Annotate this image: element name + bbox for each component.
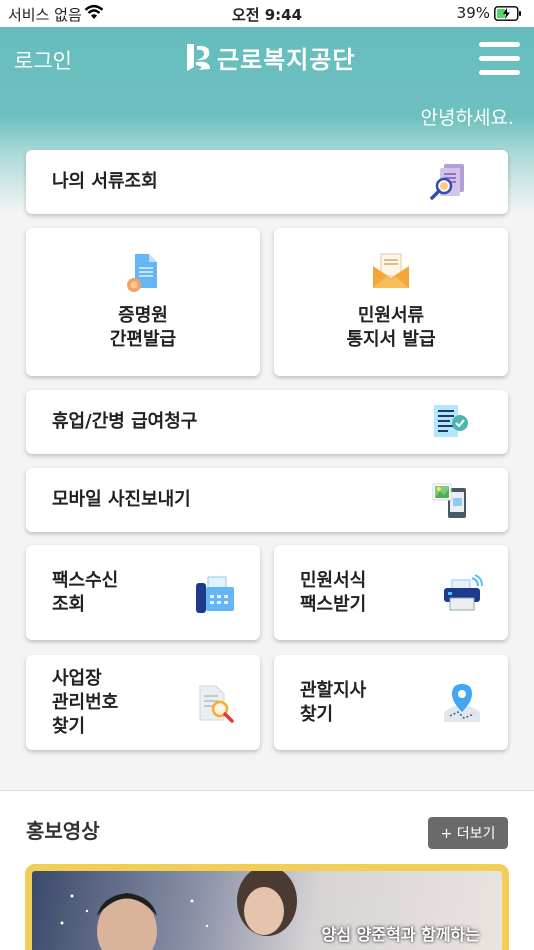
business-number-line1: 사업장 <box>52 667 102 689</box>
printer-fax-icon <box>444 574 483 611</box>
notice-label-line1: 민원서류 <box>357 305 425 326</box>
promo-video-section: 홍보영상 + 더보기 양심 양준혁과 함께하는 <box>0 790 534 950</box>
my-documents-label: 나의 서류조회 <box>52 171 158 192</box>
branch-label: 관할지사 찾기 <box>300 679 366 727</box>
envelope-letter-icon <box>373 253 409 288</box>
map-pin-icon <box>444 684 480 722</box>
menu-bar-icon <box>479 42 520 47</box>
notice-issue-button[interactable]: 민원서류 통지서 발급 <box>274 228 508 376</box>
leave-care-claim-button[interactable]: 휴업/간병 급여청구 <box>26 390 508 454</box>
mobile-photo-send-button[interactable]: 모바일 사진보내기 <box>26 468 508 532</box>
menu-bar-icon <box>479 70 520 75</box>
status-bar: 서비스 없음 오전 9:44 39% <box>0 0 534 27</box>
notice-issue-label: 민원서류 통지서 발급 <box>274 304 508 352</box>
kcomwel-logo-icon <box>187 44 210 71</box>
fax-receive-button[interactable]: 팩스수신 조회 <box>26 545 260 640</box>
fax-receive-line2: 조회 <box>52 593 86 615</box>
form-fax-label: 민원서식 팩스받기 <box>300 569 366 617</box>
phone-photo-icon <box>432 483 466 518</box>
certificate-issue-label: 증명원 간편발급 <box>26 304 260 352</box>
branch-line2: 찾기 <box>300 703 334 725</box>
app-logo: 근로복지공단 <box>183 40 355 74</box>
branch-search-button[interactable]: 관할지사 찾기 <box>274 655 508 750</box>
form-fax-receive-button[interactable]: 민원서식 팩스받기 <box>274 545 508 640</box>
certificate-document-icon <box>127 254 157 292</box>
promo-section-title: 홍보영상 <box>26 819 100 843</box>
claim-form-icon <box>434 405 468 437</box>
menu-bar-icon <box>479 56 520 61</box>
video-caption: 양심 양준혁과 함께하는 <box>321 925 480 944</box>
business-number-search-button[interactable]: 사업장 관리번호 찾기 <box>26 655 260 750</box>
more-videos-button[interactable]: + 더보기 <box>428 817 508 849</box>
promo-video-thumbnail[interactable]: 양심 양준혁과 함께하는 <box>25 864 509 950</box>
certificate-issue-button[interactable]: 증명원 간편발급 <box>26 228 260 376</box>
claim-label: 휴업/간병 급여청구 <box>52 411 198 432</box>
business-number-line3: 찾기 <box>52 715 86 737</box>
photo-label: 모바일 사진보내기 <box>52 489 191 510</box>
certificate-label-line2: 간편발급 <box>109 329 177 350</box>
hamburger-menu-button[interactable] <box>479 42 520 75</box>
clock: 오전 9:44 <box>231 6 303 24</box>
business-number-label: 사업장 관리번호 찾기 <box>52 667 118 739</box>
my-documents-button[interactable]: 나의 서류조회 <box>26 150 508 214</box>
branch-line1: 관할지사 <box>300 679 367 701</box>
fax-machine-icon <box>196 576 234 613</box>
form-fax-line2: 팩스받기 <box>300 593 367 615</box>
fax-receive-label: 팩스수신 조회 <box>52 569 118 617</box>
battery-percent: 39% <box>456 4 490 22</box>
logo-text: 근로복지공단 <box>217 45 356 74</box>
greeting-text: 안녕하세요. <box>420 107 514 129</box>
document-magnifier-icon <box>199 685 234 723</box>
notice-label-line2: 통지서 발급 <box>346 329 436 350</box>
battery-charging-icon <box>494 6 521 21</box>
form-fax-line1: 민원서식 <box>300 569 367 591</box>
fax-receive-line1: 팩스수신 <box>52 569 119 591</box>
login-link[interactable]: 로그인 <box>14 45 72 75</box>
certificate-label-line1: 증명원 <box>118 305 168 326</box>
document-search-icon <box>430 164 464 200</box>
business-number-line2: 관리번호 <box>52 691 119 713</box>
